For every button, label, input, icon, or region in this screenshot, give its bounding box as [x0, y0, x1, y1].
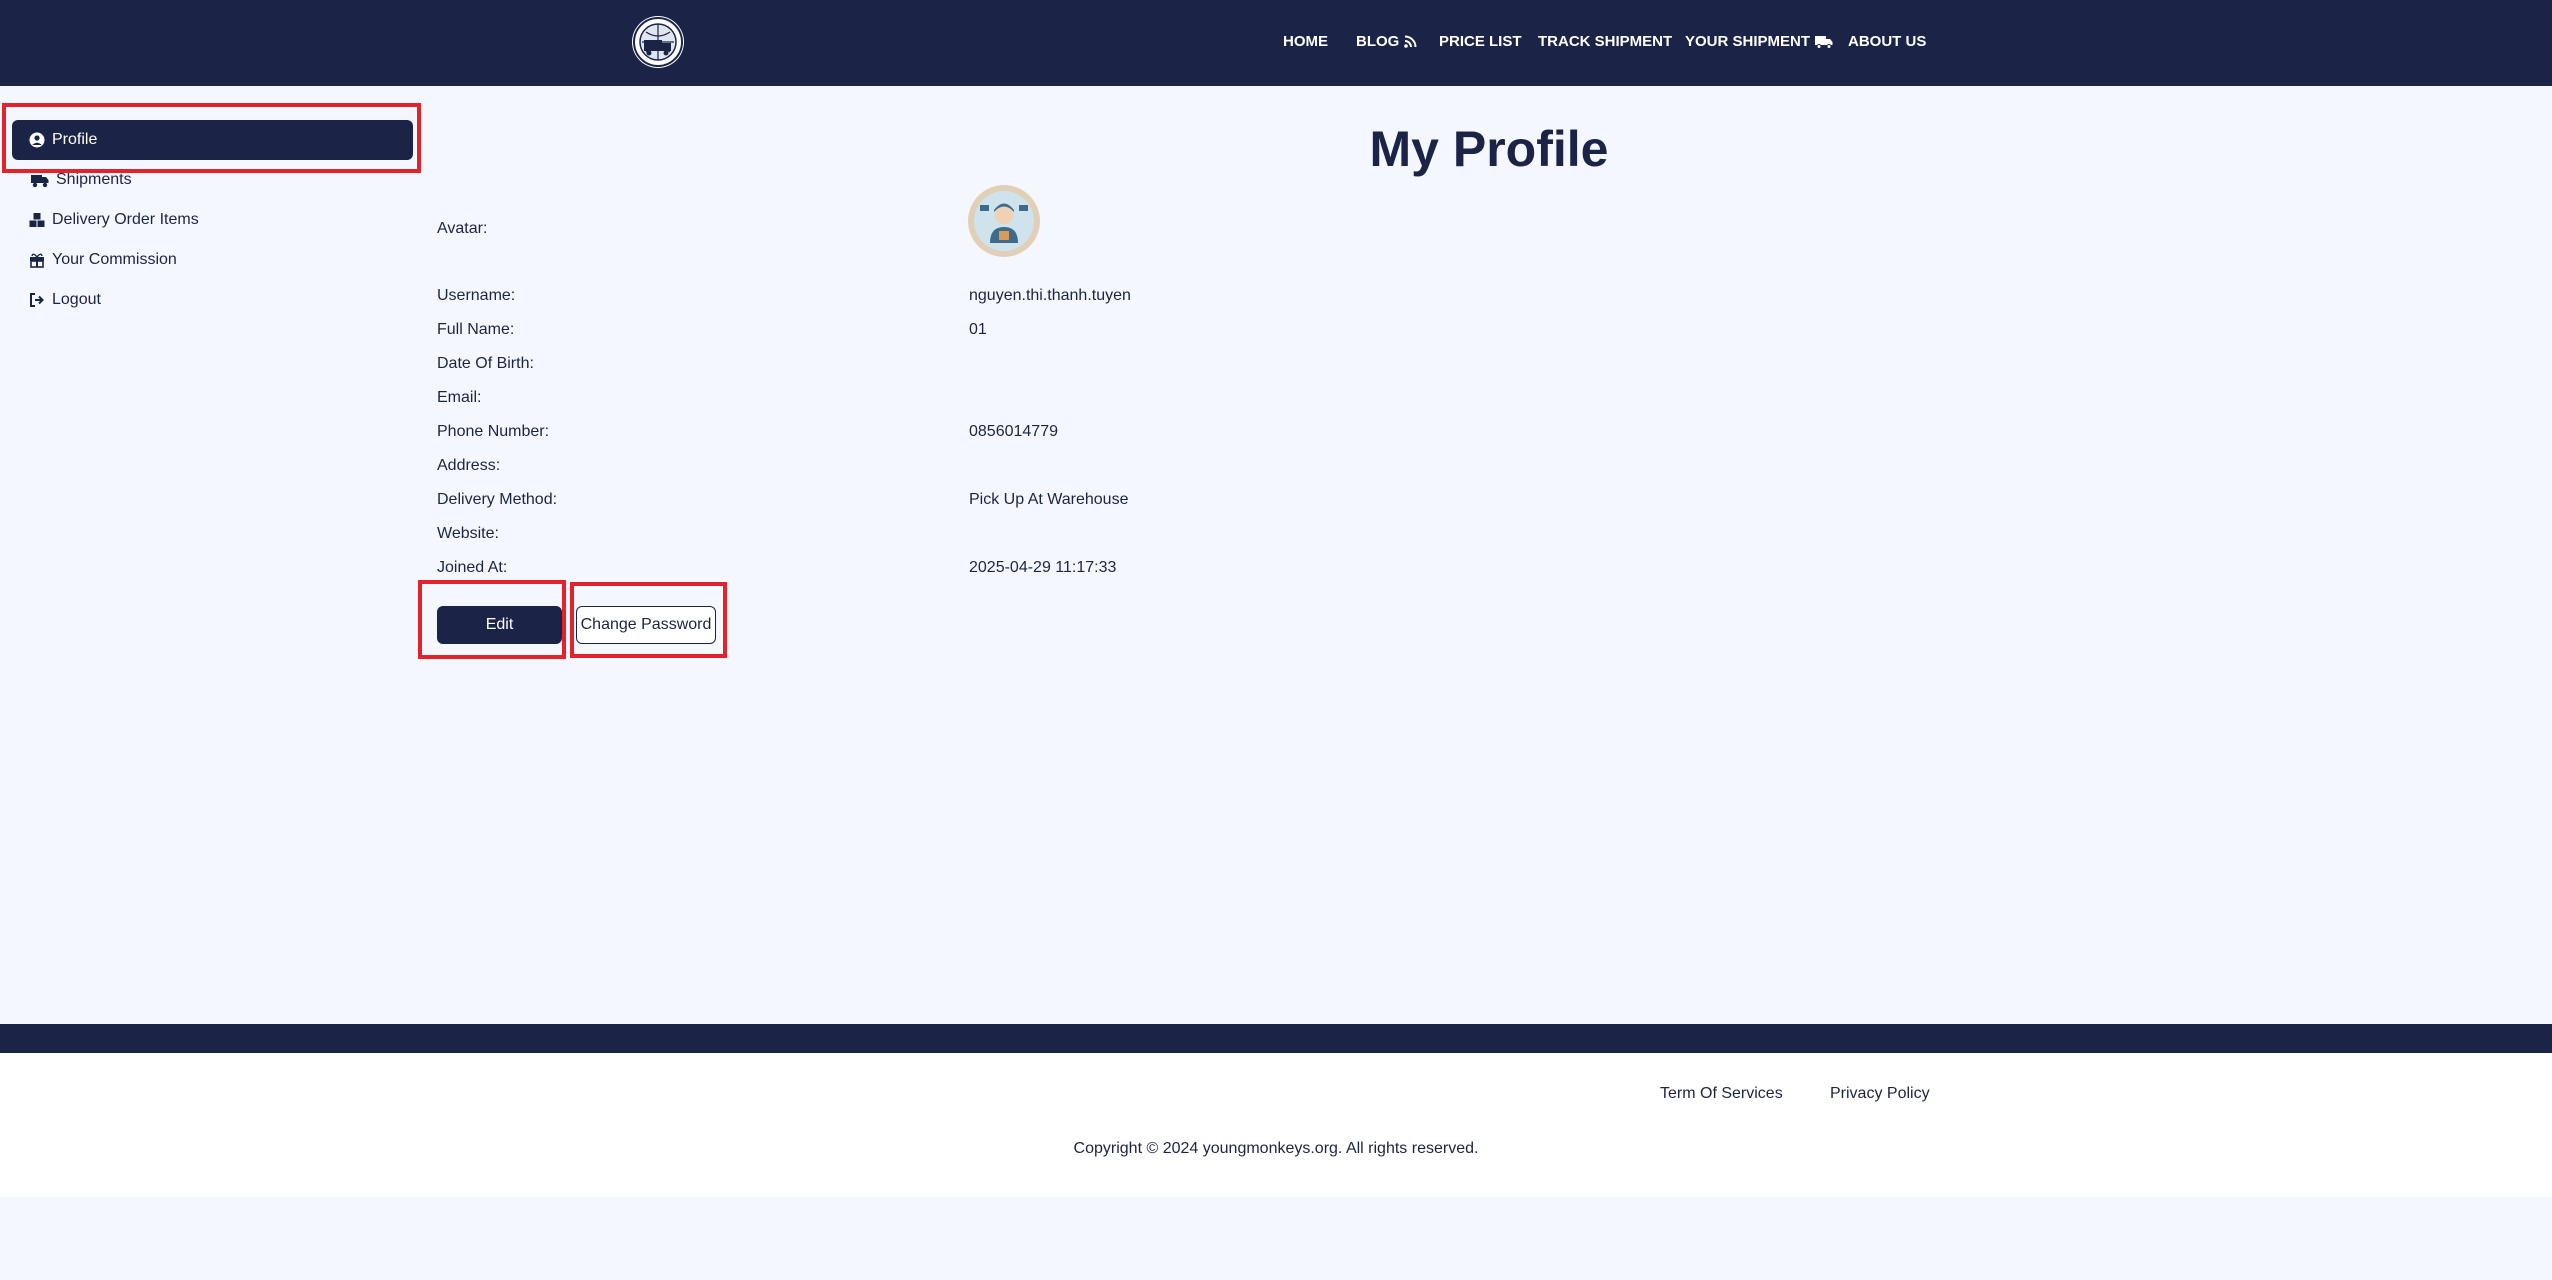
field-address-label: Address: — [437, 457, 501, 474]
nav-blog[interactable]: BLOG — [1356, 33, 1417, 50]
truck-icon — [1815, 35, 1833, 49]
nav-about-us[interactable]: ABOUT US — [1848, 33, 1926, 50]
field-delivery-method-label: Delivery Method: — [437, 491, 558, 508]
footer-link-terms[interactable]: Term Of Services — [1660, 1085, 1783, 1103]
nav-blog-label: BLOG — [1356, 33, 1400, 50]
edit-button[interactable]: Edit — [437, 606, 562, 644]
nav-price-list[interactable]: PRICE LIST — [1439, 33, 1522, 50]
field-delivery-method-value: Pick Up At Warehouse — [969, 491, 1129, 508]
field-date-of-birth-label: Date Of Birth: — [437, 355, 534, 372]
field-username-value: nguyen.thi.thanh.tuyen — [969, 287, 1131, 304]
nav-your-shipment-label: YOUR SHIPMENT — [1685, 33, 1811, 50]
field-phone-number-value: 0856014779 — [969, 423, 1058, 440]
nav-your-shipment[interactable]: YOUR SHIPMENT — [1685, 33, 1833, 50]
page-title: My Profile — [1369, 121, 1609, 177]
rss-icon — [1404, 35, 1417, 48]
field-phone-number-label: Phone Number: — [437, 423, 550, 440]
sidebar-item-delivery-order-items[interactable]: Delivery Order Items — [12, 200, 413, 240]
truck-globe-logo[interactable] — [632, 16, 684, 68]
logout-icon — [29, 292, 45, 308]
field-joined-at-value: 2025-04-29 11:17:33 — [969, 559, 1117, 576]
sidebar-item-label: Logout — [52, 291, 101, 308]
sidebar-item-your-commission[interactable]: Your Commission — [12, 240, 413, 280]
nav-price-list-label: PRICE LIST — [1439, 33, 1522, 50]
avatar[interactable] — [968, 185, 1040, 257]
nav-home[interactable]: HOME — [1283, 33, 1328, 50]
change-password-button[interactable]: Change Password — [576, 606, 716, 644]
field-website-label: Website: — [437, 525, 499, 542]
nav-home-label: HOME — [1283, 33, 1328, 50]
copyright-text: Copyright © 2024 youngmonkeys.org. All r… — [1073, 1140, 1479, 1157]
gift-box-icon — [29, 252, 45, 268]
field-full-name-label: Full Name: — [437, 321, 515, 338]
sidebar-item-label: Delivery Order Items — [52, 211, 199, 228]
nav-track-shipment[interactable]: TRACK SHIPMENT — [1538, 33, 1672, 50]
sidebar-item-logout[interactable]: Logout — [12, 280, 413, 320]
boxes-icon — [29, 212, 45, 228]
footer — [0, 1053, 2552, 1197]
field-email-label: Email: — [437, 389, 482, 406]
footer-link-privacy[interactable]: Privacy Policy — [1830, 1085, 1930, 1103]
avatar-label: Avatar: — [437, 220, 488, 237]
field-full-name-value: 01 — [969, 321, 987, 338]
field-username-label: Username: — [437, 287, 516, 304]
nav-about-us-label: ABOUT US — [1848, 33, 1927, 50]
field-joined-at-label: Joined At: — [437, 559, 508, 576]
top-navbar: HOME BLOG PRICE LIST TRACK SHIPMENT YOUR… — [0, 0, 2552, 86]
sidebar-item-label: Your Commission — [52, 251, 177, 268]
nav-track-shipment-label: TRACK SHIPMENT — [1538, 33, 1673, 50]
footer-band — [0, 1024, 2552, 1053]
